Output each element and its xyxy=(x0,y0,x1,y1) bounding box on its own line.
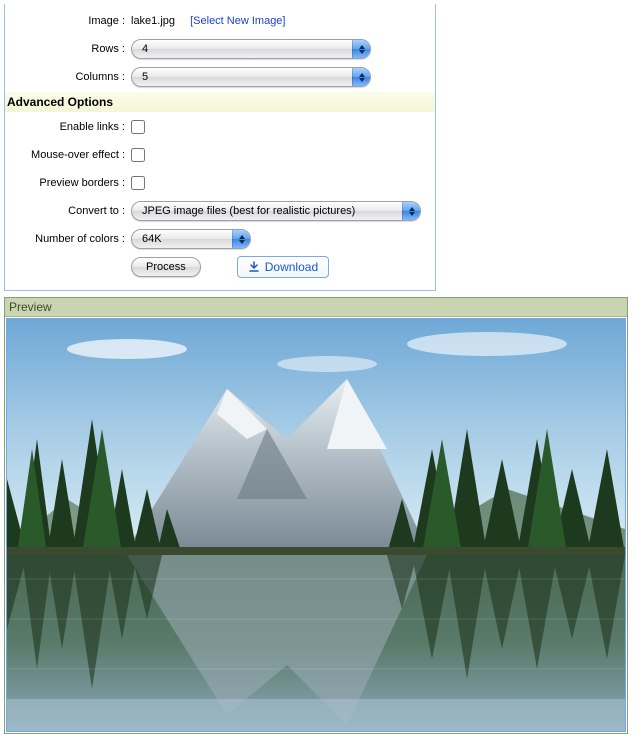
num-colors-select[interactable]: 64K xyxy=(131,229,251,249)
num-colors-value: 64K xyxy=(142,233,162,245)
preview-image xyxy=(7,319,625,731)
mouseover-label: Mouse-over effect : xyxy=(11,149,131,161)
rows-value: 4 xyxy=(142,43,148,55)
convert-to-select[interactable]: JPEG image files (best for realistic pic… xyxy=(131,201,421,221)
num-colors-label: Number of colors : xyxy=(11,233,131,245)
download-button-label: Download xyxy=(265,260,318,274)
settings-panel: Image : lake1.jpg [Select New Image] Row… xyxy=(4,4,436,291)
preview-image-frame xyxy=(6,318,626,732)
select-stepper-icon xyxy=(352,68,370,86)
rows-select[interactable]: 4 xyxy=(131,39,371,59)
preview-body xyxy=(5,317,627,733)
select-stepper-icon xyxy=(402,202,420,220)
image-row: Image : lake1.jpg [Select New Image] xyxy=(11,8,429,34)
advanced-options-header: Advanced Options xyxy=(5,92,435,112)
columns-row: Columns : 5 xyxy=(11,64,429,90)
image-filename: lake1.jpg xyxy=(131,15,175,27)
enable-links-row: Enable links : xyxy=(11,114,429,140)
enable-links-label: Enable links : xyxy=(11,121,131,133)
convert-to-value: JPEG image files (best for realistic pic… xyxy=(142,205,355,217)
select-stepper-icon xyxy=(352,40,370,58)
download-button[interactable]: Download xyxy=(237,256,329,278)
select-new-image-link[interactable]: [Select New Image] xyxy=(190,15,285,27)
mouseover-row: Mouse-over effect : xyxy=(11,142,429,168)
convert-to-row: Convert to : JPEG image files (best for … xyxy=(11,198,429,224)
preview-panel: Preview xyxy=(4,297,628,734)
enable-links-checkbox[interactable] xyxy=(131,120,145,134)
rows-label: Rows : xyxy=(11,43,131,55)
select-stepper-icon xyxy=(232,230,250,248)
preview-borders-label: Preview borders : xyxy=(11,177,131,189)
actions-row: Process Download xyxy=(11,254,429,280)
columns-value: 5 xyxy=(142,71,148,83)
process-button[interactable]: Process xyxy=(131,257,201,277)
process-button-label: Process xyxy=(146,261,186,273)
preview-title: Preview xyxy=(5,298,627,317)
preview-borders-row: Preview borders : xyxy=(11,170,429,196)
preview-borders-checkbox[interactable] xyxy=(131,176,145,190)
num-colors-row: Number of colors : 64K xyxy=(11,226,429,252)
columns-select[interactable]: 5 xyxy=(131,67,371,87)
image-label: Image : xyxy=(11,15,131,27)
download-icon xyxy=(248,261,260,273)
mouseover-checkbox[interactable] xyxy=(131,148,145,162)
rows-row: Rows : 4 xyxy=(11,36,429,62)
columns-label: Columns : xyxy=(11,71,131,83)
convert-to-label: Convert to : xyxy=(11,205,131,217)
